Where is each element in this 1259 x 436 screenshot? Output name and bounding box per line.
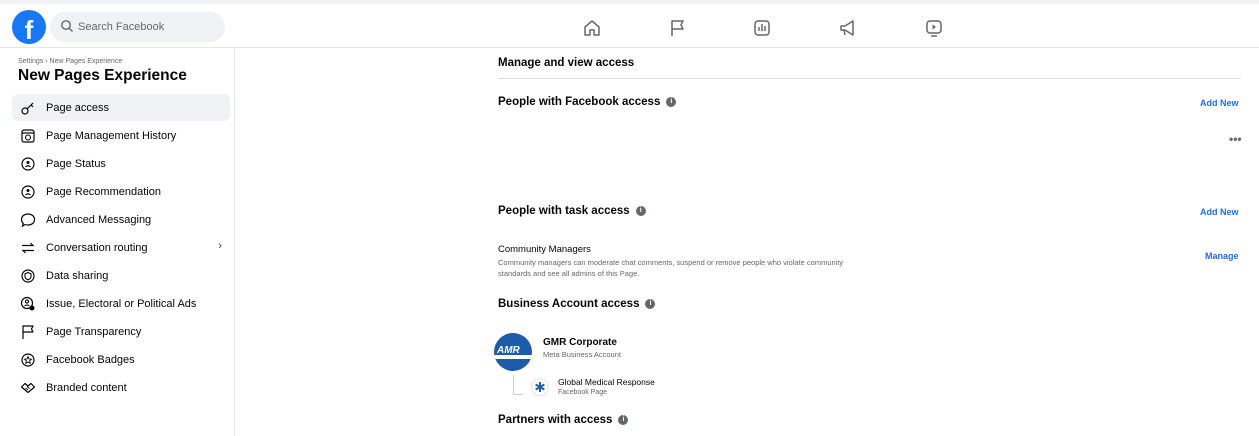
sidebar-item-page-management-history[interactable]: Page Management History bbox=[12, 122, 230, 149]
community-managers-description: Community managers can moderate chat com… bbox=[498, 258, 844, 278]
chat-bubble-icon bbox=[18, 210, 38, 230]
shield-icon bbox=[18, 182, 38, 202]
flag-icon[interactable] bbox=[666, 16, 690, 40]
business-account-type: Meta Business Account bbox=[543, 350, 621, 359]
business-account-name[interactable]: GMR Corporate bbox=[543, 337, 617, 348]
search-box[interactable] bbox=[50, 12, 225, 42]
insights-icon[interactable] bbox=[750, 16, 774, 40]
sidebar-item-label: Issue, Electoral or Political Ads bbox=[46, 297, 197, 310]
task-access-heading: People with task access i bbox=[498, 205, 646, 217]
partners-access-heading: Partners with access i bbox=[498, 414, 629, 426]
sidebar-item-data-sharing[interactable]: Data sharing bbox=[12, 262, 230, 289]
sidebar-item-facebook-badges[interactable]: Facebook Badges bbox=[12, 346, 230, 373]
sidebar-item-page-status[interactable]: Page Status bbox=[12, 150, 230, 177]
flag-icon bbox=[18, 322, 38, 342]
sidebar-item-label: Advanced Messaging bbox=[46, 213, 152, 226]
sidebar-item-label: Data sharing bbox=[46, 269, 109, 282]
more-options-icon[interactable]: ••• bbox=[1229, 132, 1242, 146]
tree-connector bbox=[513, 375, 523, 395]
manage-community-managers-button[interactable]: Manage bbox=[1205, 251, 1239, 261]
handshake-icon bbox=[18, 378, 38, 398]
facebook-access-heading: People with Facebook access i bbox=[498, 96, 677, 108]
info-icon[interactable]: i bbox=[645, 299, 656, 309]
info-icon[interactable]: i bbox=[618, 415, 629, 425]
megaphone-icon[interactable] bbox=[836, 16, 860, 40]
search-icon bbox=[61, 20, 73, 32]
shield-icon bbox=[18, 154, 38, 174]
chevron-right-icon: › bbox=[218, 240, 222, 252]
linked-page-type: Facebook Page bbox=[558, 389, 608, 396]
top-navigation-bar: f bbox=[0, 0, 1259, 48]
sidebar-item-branded-content[interactable]: Branded content bbox=[12, 374, 230, 401]
info-icon[interactable]: i bbox=[635, 206, 646, 216]
history-icon bbox=[18, 126, 38, 146]
sidebar-item-label: Branded content bbox=[46, 381, 127, 394]
sidebar-item-label: Conversation routing bbox=[46, 241, 148, 254]
community-managers-title: Community Managers bbox=[498, 244, 591, 255]
sidebar-item-page-transparency[interactable]: Page Transparency bbox=[12, 318, 230, 345]
shield-outline-icon bbox=[18, 266, 38, 286]
sidebar-item-political-ads[interactable]: Issue, Electoral or Political Ads bbox=[12, 290, 230, 317]
sidebar-item-label: Page Management History bbox=[46, 129, 177, 142]
page-logo bbox=[531, 378, 549, 396]
info-icon[interactable]: i bbox=[666, 97, 677, 107]
business-access-heading: Business Account access i bbox=[498, 298, 656, 310]
sidebar-item-label: Page Recommendation bbox=[46, 185, 161, 198]
sidebar-item-label: Page Status bbox=[46, 157, 106, 170]
sidebar-item-label: Page Transparency bbox=[46, 325, 142, 338]
divider bbox=[498, 78, 1241, 79]
sidebar-item-label: Facebook Badges bbox=[46, 353, 135, 366]
add-new-task-access-button[interactable]: Add New bbox=[1200, 207, 1239, 217]
linked-page-name[interactable]: Global Medical Response bbox=[558, 377, 655, 387]
main-content: Manage and view access People with Faceb… bbox=[236, 48, 1259, 436]
sidebar-item-label: Page access bbox=[46, 101, 109, 114]
facebook-logo[interactable]: f bbox=[12, 10, 46, 44]
add-new-facebook-access-button[interactable]: Add New bbox=[1200, 98, 1239, 108]
sidebar-item-page-recommendation[interactable]: Page Recommendation bbox=[12, 178, 230, 205]
page-title: Manage and view access bbox=[498, 57, 635, 69]
settings-sidebar: Settings › New Pages Experience New Page… bbox=[0, 48, 235, 436]
key-icon bbox=[18, 98, 38, 118]
badge-icon bbox=[18, 350, 38, 370]
sidebar-item-conversation-routing[interactable]: Conversation routing › bbox=[12, 234, 230, 261]
sidebar-item-page-access[interactable]: Page access bbox=[12, 94, 230, 121]
arrows-icon bbox=[18, 238, 38, 258]
breadcrumb[interactable]: Settings › New Pages Experience bbox=[18, 58, 122, 65]
business-account-logo: AMR bbox=[494, 333, 532, 371]
sidebar-title: New Pages Experience bbox=[18, 67, 187, 84]
sidebar-item-advanced-messaging[interactable]: Advanced Messaging bbox=[12, 206, 230, 233]
star-of-life-icon bbox=[535, 382, 545, 392]
video-icon[interactable] bbox=[922, 16, 946, 40]
search-input[interactable] bbox=[78, 12, 218, 42]
home-icon[interactable] bbox=[580, 16, 604, 40]
people-icon bbox=[18, 294, 38, 314]
